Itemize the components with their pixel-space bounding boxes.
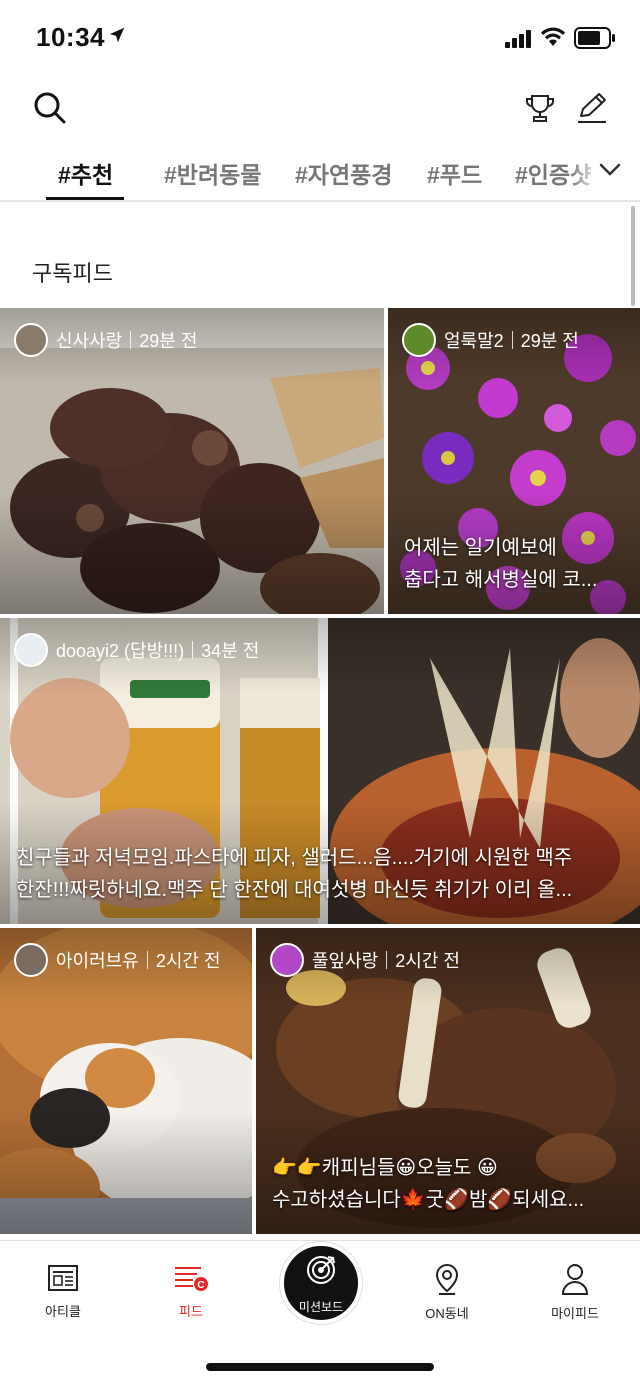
nav-feed[interactable]: C 피드 [146, 1263, 236, 1320]
post-time: 2시간 전 [155, 951, 221, 971]
category-tabs: #추천 #반려동물 #자연풍경 #푸드 #인증샷 [0, 148, 640, 202]
username[interactable]: 풀잎사랑 [312, 947, 378, 973]
scrollbar[interactable] [631, 206, 635, 306]
location-arrow-icon [109, 27, 125, 43]
post-caption: 👉👉캐피님들😀오늘도 😀 수고하셨습니다🍁굿🏈밤🏈되세요... [272, 1157, 585, 1211]
tab-food[interactable]: #푸드 [427, 156, 482, 190]
home-indicator [206, 1363, 434, 1371]
active-tab-underline [46, 197, 124, 200]
post-time: 34분 전 [201, 641, 260, 661]
username[interactable]: 신사사랑 [56, 327, 122, 353]
article-icon [48, 1265, 78, 1291]
post-time: 29분 전 [139, 331, 198, 351]
username[interactable]: dooayi2 (답방!!!) [56, 637, 184, 663]
tab-nature[interactable]: #자연풍경 [295, 156, 392, 190]
section-title: 구독피드 [32, 261, 113, 286]
location-pin-icon [435, 1263, 459, 1295]
status-time: 10:34 [36, 22, 105, 52]
avatar[interactable] [270, 943, 304, 977]
chevron-down-icon[interactable] [598, 162, 622, 178]
svg-text:C: C [197, 1280, 204, 1291]
feed-icon: C [175, 1267, 208, 1291]
tab-recommended[interactable]: #추천 [58, 156, 113, 190]
post-header: 신사사랑 29분 전 [14, 322, 197, 358]
person-icon [561, 1264, 589, 1295]
post-header: 아이러브유 2시간 전 [14, 942, 221, 978]
feed-card[interactable]: 풀잎사랑 2시간 전 👉👉캐피님들😀오늘도 😀 수고하셨습니다🍁굿🏈밤🏈되세요.… [256, 928, 640, 1234]
nav-article[interactable]: 아티클 [18, 1263, 108, 1320]
avatar[interactable] [402, 323, 436, 357]
feed-card[interactable]: dooayi2 (답방!!!) 34분 전 친구들과 저녁모임.파스타에 피자,… [0, 618, 640, 924]
battery-icon [574, 27, 615, 49]
tab-pets[interactable]: #반려동물 [164, 156, 261, 190]
avatar[interactable] [14, 633, 48, 667]
post-header: 얼룩말2 29분 전 [402, 322, 579, 358]
feed-card[interactable]: 신사사랑 29분 전 [0, 308, 384, 614]
status-bar: 10:34 [0, 0, 640, 80]
trophy-icon[interactable] [520, 88, 560, 128]
post-caption: 어제는 일기예보에 춥다고 해서병실에 코... [404, 537, 598, 591]
post-header: 풀잎사랑 2시간 전 [270, 942, 460, 978]
username[interactable]: 아이러브유 [56, 947, 139, 973]
feed-card[interactable]: 얼룩말2 29분 전 어제는 일기예보에 춥다고 해서병실에 코... [388, 308, 640, 614]
nav-my-feed[interactable]: 마이피드 [530, 1263, 620, 1322]
avatar[interactable] [14, 323, 48, 357]
mission-target-icon [307, 1256, 335, 1284]
post-header: dooayi2 (답방!!!) 34분 전 [14, 632, 259, 668]
search-icon[interactable] [30, 88, 70, 128]
feed-card[interactable]: 아이러브유 2시간 전 [0, 928, 252, 1234]
post-time: 29분 전 [520, 331, 579, 351]
pencil-icon[interactable] [572, 88, 612, 128]
post-caption: 친구들과 저녁모임.파스타에 피자, 샐러드...음....거기에 시원한 맥주… [16, 847, 573, 901]
post-time: 2시간 전 [395, 951, 460, 971]
mission-board-label: 미션보드 [298, 1300, 344, 1314]
username[interactable]: 얼룩말2 [444, 327, 504, 353]
mission-board-button[interactable]: 미션보드 [280, 1242, 362, 1324]
signal-icon [505, 30, 531, 48]
avatar[interactable] [14, 943, 48, 977]
wifi-icon [541, 27, 565, 46]
nav-on-neighborhood[interactable]: ON동네 [402, 1263, 492, 1322]
